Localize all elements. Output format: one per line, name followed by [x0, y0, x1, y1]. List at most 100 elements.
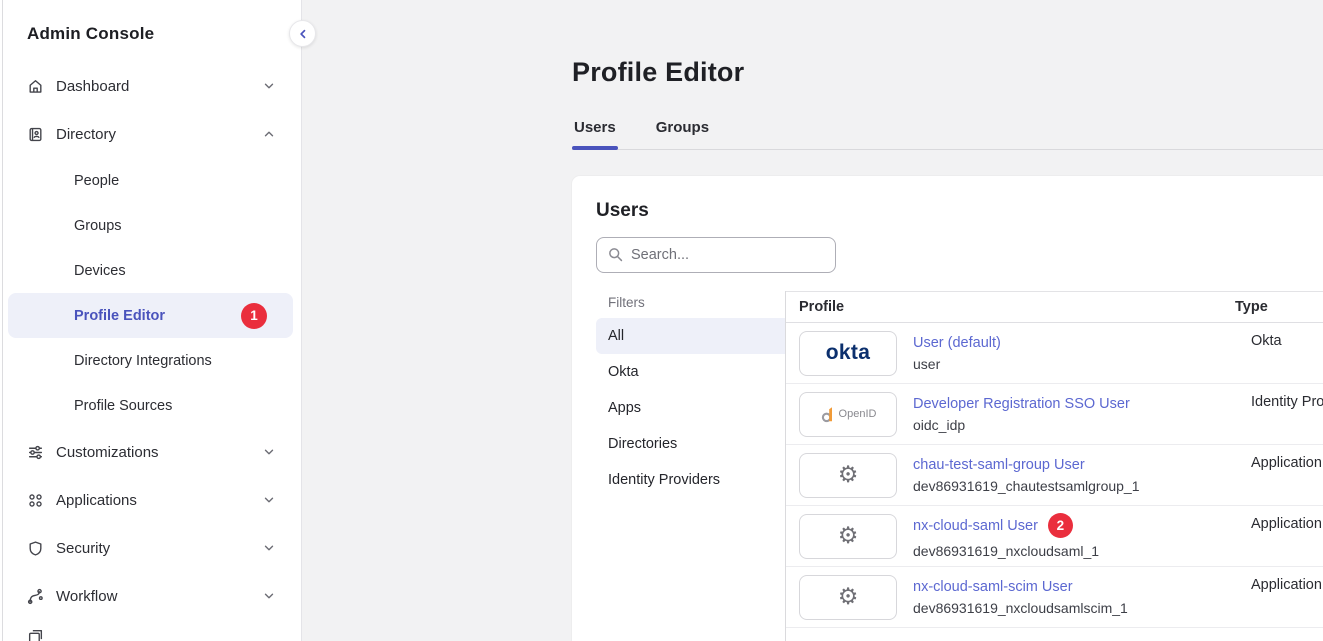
profile-name-cell: Developer Registration SSO User oidc_idp — [913, 396, 1235, 433]
profile-logo-box: ⚙ — [799, 514, 897, 559]
panel-body: Filters All Okta Apps Directories Identi… — [596, 291, 1323, 641]
table-row: ⚙ nx-cloud-saml-scim User dev86931619_nx… — [786, 567, 1323, 628]
table-row: ⚙ nx-cloud-saml User 2 dev86931619_nxclo… — [786, 506, 1323, 567]
column-header-type: Type — [1235, 299, 1323, 315]
chevron-down-icon — [262, 445, 276, 459]
sidebar-nav: Dashboard Directory People Groups Device… — [0, 44, 301, 641]
users-panel: Users Filters All Okta Apps Directories … — [572, 176, 1323, 641]
profile-type: Application — [1251, 455, 1323, 471]
sliders-icon — [27, 444, 44, 461]
profile-link[interactable]: User (default) — [913, 335, 1001, 351]
profile-name-cell: User (default) user — [913, 335, 1235, 372]
profile-id: dev86931619_nxcloudsamlscim_1 — [913, 600, 1235, 616]
chevron-down-icon — [262, 493, 276, 507]
sidebar-collapse-button[interactable] — [289, 20, 316, 47]
sidebar-item-profile-editor[interactable]: Profile Editor 1 — [8, 293, 293, 338]
sidebar-item-label: Dashboard — [56, 78, 129, 95]
apps-grid-icon — [27, 492, 44, 509]
filter-all[interactable]: All — [596, 318, 785, 354]
sidebar-item-dashboard[interactable]: Dashboard — [8, 62, 293, 110]
sidebar-item-label: Applications — [56, 492, 137, 509]
profile-link[interactable]: nx-cloud-saml User — [913, 518, 1038, 534]
chevron-up-icon — [262, 127, 276, 141]
sidebar-item-workflow[interactable]: Workflow — [8, 572, 293, 620]
profile-id: oidc_idp — [913, 417, 1235, 433]
directory-icon — [27, 126, 44, 143]
panel-title: Users — [596, 200, 1323, 222]
profile-type: Application — [1251, 516, 1323, 532]
gear-icon: ⚙ — [838, 586, 859, 609]
profile-name-cell: chau-test-saml-group User dev86931619_ch… — [913, 457, 1235, 494]
profile-logo-box: OpenID — [799, 392, 897, 437]
sidebar-item-profile-sources[interactable]: Profile Sources — [8, 383, 293, 428]
table-header: Profile Type — [786, 292, 1323, 323]
sidebar-item-label: Customizations — [56, 444, 159, 461]
profile-id: dev86931619_nxcloudsaml_1 — [913, 543, 1235, 559]
chevron-down-icon — [262, 541, 276, 555]
sidebar-item-security[interactable]: Security — [8, 524, 293, 572]
home-icon — [27, 78, 44, 95]
profile-name-cell: nx-cloud-saml-scim User dev86931619_nxcl… — [913, 579, 1235, 616]
tab-users[interactable]: Users — [572, 119, 618, 149]
page-title: Profile Editor — [572, 0, 1323, 88]
profile-logo-box: ⚙ — [799, 575, 897, 620]
okta-logo: okta — [826, 341, 870, 365]
sidebar-item-groups[interactable]: Groups — [8, 203, 293, 248]
gear-icon: ⚙ — [838, 525, 859, 548]
gear-icon: ⚙ — [838, 464, 859, 487]
profile-link[interactable]: chau-test-saml-group User — [913, 457, 1085, 473]
table-row: okta User (default) user Okta — [786, 323, 1323, 384]
step-badge-1: 1 — [241, 303, 267, 329]
sidebar-item-label: Profile Editor — [74, 308, 165, 324]
profile-type: Okta — [1251, 333, 1323, 349]
sidebar-item-label: People — [74, 173, 119, 189]
chevron-down-icon — [262, 79, 276, 93]
filter-directories[interactable]: Directories — [596, 426, 785, 462]
reports-icon — [27, 628, 44, 641]
sidebar-item-customizations[interactable]: Customizations — [8, 428, 293, 476]
tab-groups[interactable]: Groups — [654, 119, 711, 149]
sidebar-item-directory[interactable]: Directory — [8, 110, 293, 158]
profile-id: dev86931619_chautestsamlgroup_1 — [913, 478, 1235, 494]
openid-logo: OpenID — [820, 405, 877, 424]
sidebar-item-directory-integrations[interactable]: Directory Integrations — [8, 338, 293, 383]
profile-link[interactable]: nx-cloud-saml-scim User — [913, 579, 1073, 595]
profile-logo-box: ⚙ — [799, 453, 897, 498]
sidebar-item-label: Directory Integrations — [74, 353, 212, 369]
sidebar-item-devices[interactable]: Devices — [8, 248, 293, 293]
profile-name-cell: nx-cloud-saml User 2 dev86931619_nxcloud… — [913, 513, 1235, 559]
table-row: ⚙ chau-test-saml-group User dev86931619_… — [786, 445, 1323, 506]
search-box — [596, 237, 836, 273]
main-content: Profile Editor Users Groups Users Filter… — [302, 0, 1323, 641]
sidebar-item-label: Profile Sources — [74, 398, 172, 414]
sidebar-item-reports-partial[interactable] — [8, 628, 293, 641]
sidebar-item-label: Security — [56, 540, 110, 557]
window-edge — [2, 0, 3, 641]
filter-okta[interactable]: Okta — [596, 354, 785, 390]
workflow-icon — [27, 588, 44, 605]
openid-logo-text: OpenID — [839, 408, 877, 420]
column-header-profile: Profile — [799, 299, 1235, 315]
sidebar-item-label: Directory — [56, 126, 116, 143]
filters-label: Filters — [596, 295, 785, 310]
profiles-table: Profile Type okta User (default) user Ok… — [786, 291, 1323, 641]
sidebar-item-label: Devices — [74, 263, 126, 279]
search-input[interactable] — [596, 237, 836, 273]
sidebar: Admin Console Dashboard Directory People… — [0, 0, 302, 641]
table-row: OpenID Developer Registration SSO User o… — [786, 384, 1323, 445]
sidebar-item-applications[interactable]: Applications — [8, 476, 293, 524]
profile-logo-box: okta — [799, 331, 897, 376]
profile-link[interactable]: Developer Registration SSO User — [913, 396, 1130, 412]
search-icon — [607, 246, 624, 263]
profile-id: user — [913, 356, 1235, 372]
filters-panel: Filters All Okta Apps Directories Identi… — [596, 291, 786, 641]
profile-type: Application — [1251, 577, 1323, 593]
filter-apps[interactable]: Apps — [596, 390, 785, 426]
sidebar-item-people[interactable]: People — [8, 158, 293, 203]
filter-identity-providers[interactable]: Identity Providers — [596, 462, 785, 498]
tab-bar: Users Groups — [572, 119, 1323, 150]
sidebar-item-label: Workflow — [56, 588, 117, 605]
sidebar-item-label: Groups — [74, 218, 122, 234]
chevron-left-icon — [297, 28, 309, 40]
app-title: Admin Console — [0, 0, 301, 44]
